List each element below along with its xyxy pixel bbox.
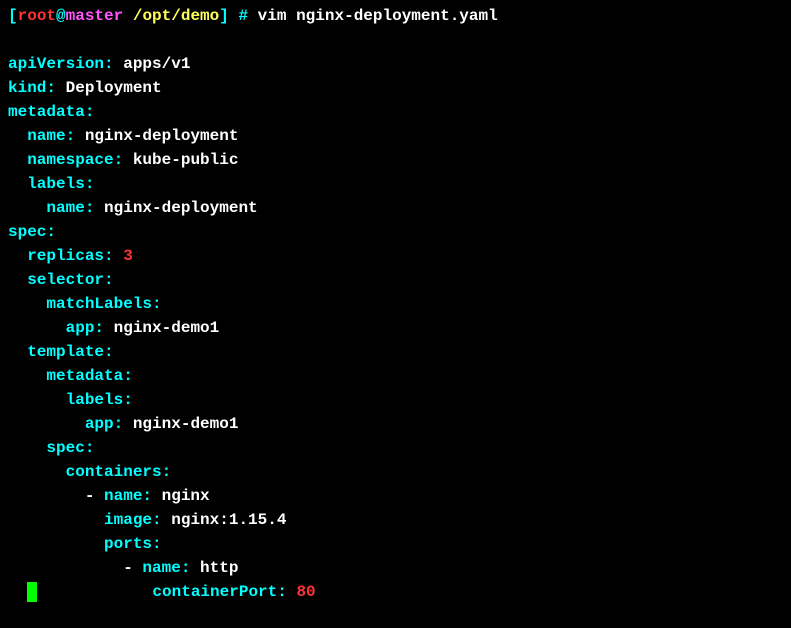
yaml-line: metadata: [8,100,783,124]
yaml-line: spec: [8,436,783,460]
yaml-line: name: nginx-deployment [8,196,783,220]
yaml-line: matchLabels: [8,292,783,316]
yaml-line: image: nginx:1.15.4 [8,508,783,532]
yaml-line: selector: [8,268,783,292]
yaml-line: apiVersion: apps/v1 [8,52,783,76]
prompt-command: vim nginx-deployment.yaml [258,7,498,25]
yaml-line: name: nginx-deployment [8,124,783,148]
yaml-line: template: [8,340,783,364]
shell-prompt: [root@master /opt/demo] # vim nginx-depl… [8,4,783,28]
yaml-line: replicas: 3 [8,244,783,268]
yaml-line-cursor: containerPort: 80 [8,580,783,604]
yaml-line: containers: [8,460,783,484]
yaml-line: namespace: kube-public [8,148,783,172]
yaml-line: app: nginx-demo1 [8,412,783,436]
bracket-open: [ [8,7,18,25]
cursor-icon [27,582,37,602]
yaml-line: ports: [8,532,783,556]
prompt-hash: # [229,7,258,25]
bracket-close: ] [219,7,229,25]
yaml-line: spec: [8,220,783,244]
prompt-user: root [18,7,56,25]
prompt-path: /opt/demo [123,7,219,25]
yaml-line: metadata: [8,364,783,388]
prompt-host: master [66,7,124,25]
yaml-line: app: nginx-demo1 [8,316,783,340]
yaml-line: labels: [8,172,783,196]
yaml-line: kind: Deployment [8,76,783,100]
yaml-line: labels: [8,388,783,412]
prompt-at: @ [56,7,66,25]
yaml-line: - name: nginx [8,484,783,508]
vim-editor[interactable]: apiVersion: apps/v1 kind: Deployment met… [8,52,783,604]
yaml-line: - name: http [8,556,783,580]
